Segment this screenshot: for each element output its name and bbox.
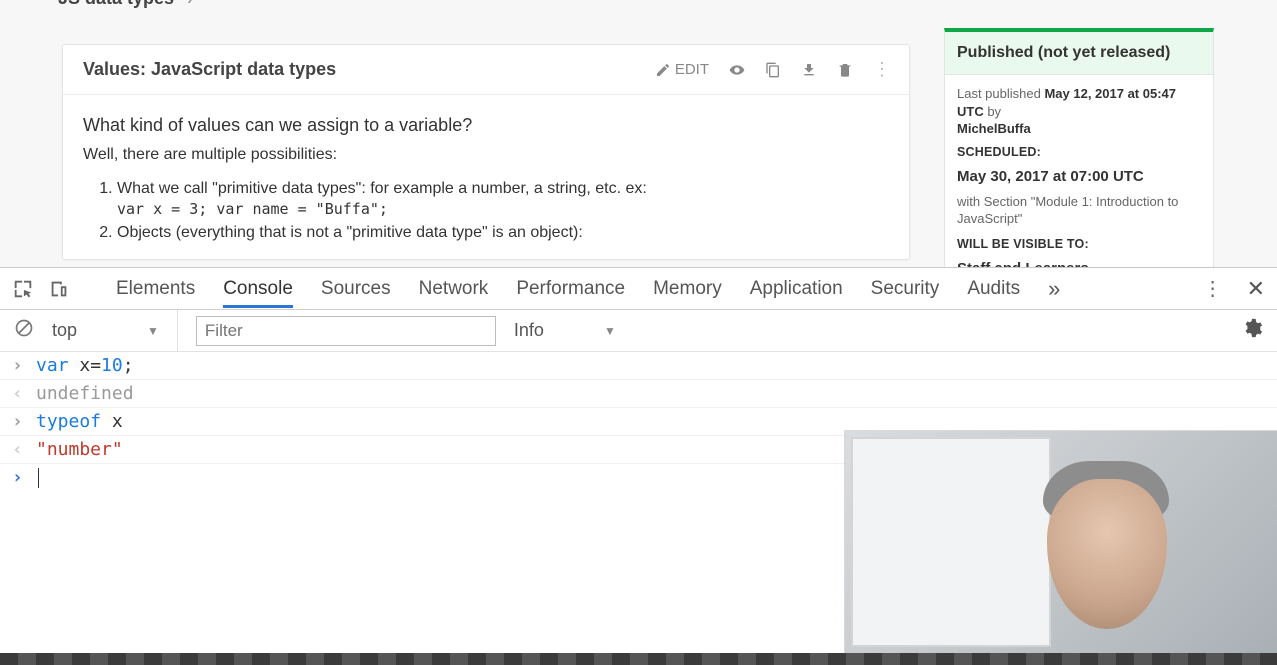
console-text: "number"	[36, 439, 123, 460]
devtools-menu-icon[interactable]: ⋮	[1203, 276, 1223, 301]
chevron-right-icon: ›	[187, 0, 192, 8]
scheduled-label: SCHEDULED:	[957, 144, 1201, 161]
card-list: What we call "primitive data types": for…	[83, 180, 889, 242]
list-item: Objects (everything that is not a "primi…	[117, 224, 889, 242]
tab-network[interactable]: Network	[419, 270, 489, 308]
console-text: var x=10;	[36, 355, 134, 376]
context-value: top	[52, 320, 77, 341]
tab-performance[interactable]: Performance	[516, 270, 625, 308]
studio-editor: JS data types › Values: JavaScript data …	[0, 0, 1277, 267]
input-arrow-icon: ›	[12, 355, 30, 376]
filter-input[interactable]	[196, 316, 496, 346]
card-body: What kind of values can we assign to a v…	[63, 95, 909, 258]
loglevel-value: Info	[514, 320, 544, 341]
loglevel-select[interactable]: Info ▼	[514, 320, 616, 341]
list-item: What we call "primitive data types": for…	[117, 180, 889, 218]
move-icon[interactable]	[801, 62, 817, 78]
tab-memory[interactable]: Memory	[653, 270, 722, 308]
console-line: ‹ undefined	[0, 380, 1277, 408]
taskbar	[0, 653, 1277, 665]
inspect-icon[interactable]	[12, 278, 34, 300]
list-item-text: What we call "primitive data types": for…	[117, 180, 647, 197]
scheduled-with: with Section "Module 1: Introduction to …	[957, 193, 1201, 228]
edit-label: EDIT	[675, 61, 709, 78]
card-actions: EDIT ⋮	[655, 59, 889, 80]
eye-icon[interactable]	[729, 62, 745, 78]
output-arrow-icon: ‹	[12, 439, 30, 460]
clear-console-icon[interactable]	[14, 318, 34, 343]
cursor	[38, 468, 39, 488]
console-settings-icon[interactable]	[1241, 317, 1263, 344]
edit-button[interactable]: EDIT	[655, 61, 709, 78]
last-published-prefix: Last published	[957, 86, 1044, 101]
visible-label: WILL BE VISIBLE TO:	[957, 236, 1201, 253]
presenter-head	[1047, 479, 1167, 629]
breadcrumb-title: JS data types	[58, 0, 174, 8]
tab-application[interactable]: Application	[750, 270, 843, 308]
device-toggle-icon[interactable]	[48, 278, 70, 300]
card-question: What kind of values can we assign to a v…	[83, 115, 889, 136]
content-card: Values: JavaScript data types EDIT ⋮ Wha…	[62, 44, 910, 260]
context-select[interactable]: top ▼	[52, 310, 178, 351]
card-intro: Well, there are multiple possibilities:	[83, 146, 889, 164]
input-arrow-icon: ›	[12, 411, 30, 432]
publish-sidebar: Published (not yet released) Last publis…	[944, 28, 1214, 307]
last-published: Last published May 12, 2017 at 05:47 UTC…	[957, 85, 1201, 138]
console-text: typeof x	[36, 411, 123, 432]
trash-icon[interactable]	[837, 62, 853, 78]
breadcrumb: JS data types ›	[58, 0, 192, 9]
list-item-text: Objects (everything that is not a "primi…	[117, 224, 583, 241]
chevron-down-icon: ▼	[147, 324, 159, 338]
console-text: undefined	[36, 383, 134, 404]
console-toolbar: top ▼ Info ▼	[0, 310, 1277, 352]
tab-audits[interactable]: Audits	[967, 270, 1020, 308]
copy-icon[interactable]	[765, 62, 781, 78]
devtools-tabs: Elements Console Sources Network Performance…	[0, 268, 1277, 310]
output-arrow-icon: ‹	[12, 383, 30, 404]
more-icon[interactable]: ⋮	[873, 59, 889, 80]
tab-elements[interactable]: Elements	[116, 270, 195, 308]
list-item-code: var x = 3; var name = "Buffa";	[117, 200, 889, 218]
tab-sources[interactable]: Sources	[321, 270, 391, 308]
whiteboard	[851, 437, 1051, 647]
webcam-inset	[845, 431, 1277, 653]
card-header: Values: JavaScript data types EDIT ⋮	[63, 45, 909, 95]
tab-console[interactable]: Console	[223, 270, 293, 308]
tab-security[interactable]: Security	[871, 270, 940, 308]
devtools-close-icon[interactable]: ✕	[1247, 276, 1265, 302]
chevron-down-icon: ▼	[604, 324, 616, 338]
scheduled-date: May 30, 2017 at 07:00 UTC	[957, 167, 1201, 187]
prompt-arrow-icon: ›	[12, 467, 30, 488]
last-published-by: by	[984, 104, 1001, 119]
tab-list: Elements Console Sources Network Performance…	[116, 270, 1020, 308]
last-published-author: MichelBuffa	[957, 121, 1031, 136]
tabs-overflow-icon[interactable]: »	[1048, 276, 1060, 302]
sidebar-status: Published (not yet released)	[945, 32, 1213, 75]
card-title: Values: JavaScript data types	[83, 59, 336, 80]
pencil-icon	[655, 62, 671, 78]
console-line: › var x=10;	[0, 352, 1277, 380]
